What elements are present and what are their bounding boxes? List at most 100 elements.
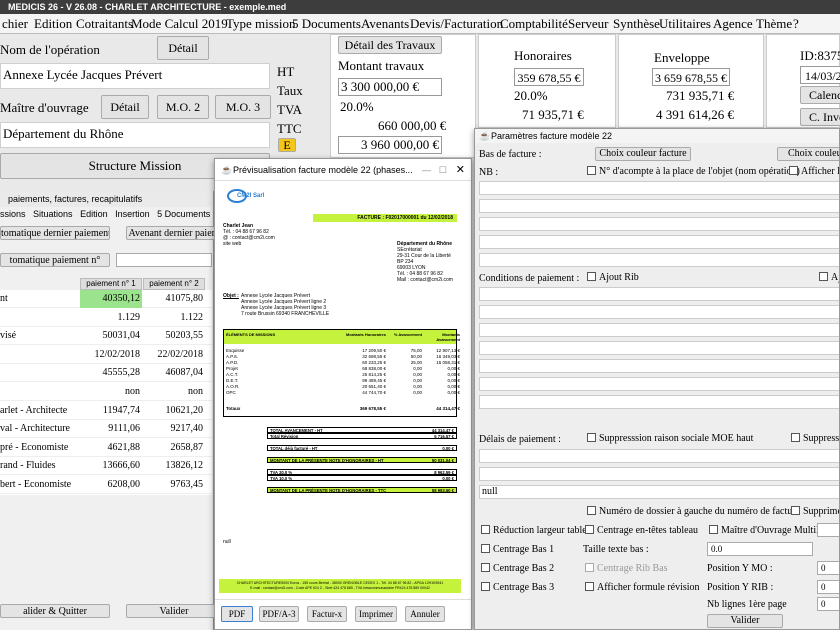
auto-last-payment-button[interactable]: tomatique dernier paiement: [0, 226, 110, 240]
menu-avenants[interactable]: Avenants: [361, 16, 409, 32]
cell-payment-1[interactable]: 11947,74: [80, 402, 142, 420]
menu-agence[interactable]: Agence: [713, 16, 753, 32]
cell-payment-1[interactable]: 45555,28: [80, 364, 142, 382]
e-button[interactable]: E: [278, 138, 296, 152]
formule-revision-checkbox[interactable]: Afficher formule révision: [585, 582, 700, 593]
nb-lignes-field[interactable]: 0: [817, 597, 839, 611]
mo-detail-button[interactable]: Détail: [101, 95, 149, 119]
detail-travaux-button[interactable]: Détail des Travaux: [338, 36, 442, 54]
conditions-line-4[interactable]: [479, 341, 839, 355]
delais-line-1[interactable]: [479, 449, 839, 463]
menu-type-mission[interactable]: Type mission: [226, 16, 296, 32]
conditions-line-3[interactable]: [479, 323, 839, 337]
maximize-icon[interactable]: ☐: [439, 159, 447, 181]
cell-payment-2[interactable]: 2658,87: [143, 439, 205, 457]
pos-rib-field[interactable]: 0: [817, 580, 839, 594]
payments-menu-edition[interactable]: Edition: [80, 209, 108, 219]
taille-field[interactable]: 0.0: [707, 542, 813, 556]
conditions-line-5[interactable]: [479, 359, 839, 373]
menu-edition[interactable]: Edition: [34, 16, 72, 32]
nb-line-2[interactable]: [479, 199, 839, 213]
close-icon[interactable]: ✕: [456, 159, 465, 181]
calendar-button[interactable]: Calenc: [800, 86, 840, 104]
dossier-checkbox[interactable]: Numéro de dossier à gauche du numéro de …: [587, 506, 800, 517]
menu-help[interactable]: ?: [793, 16, 799, 32]
montant-travaux-field[interactable]: 3 300 000,00 €: [338, 78, 442, 96]
validate-quit-button[interactable]: alider & Quitter: [0, 604, 110, 618]
cell-payment-2[interactable]: 1.122: [143, 309, 205, 327]
menu-synthese[interactable]: Synthèse: [613, 16, 660, 32]
mo2-button[interactable]: M.O. 2: [157, 95, 209, 119]
cell-payment-2[interactable]: 9763,45: [143, 476, 205, 494]
ajout-rib-checkbox[interactable]: Ajout Rib: [587, 272, 639, 283]
cell-payment-1[interactable]: non: [80, 383, 142, 401]
cell-payment-2[interactable]: non: [143, 383, 205, 401]
supprimer-checkbox[interactable]: Supprimer: [791, 506, 839, 517]
menu-theme[interactable]: Thème: [756, 16, 792, 32]
cell-payment-1[interactable]: 40350,12: [80, 290, 142, 308]
cancel-button[interactable]: Annuler: [405, 606, 445, 622]
cell-payment-2[interactable]: 22/02/2018: [143, 346, 205, 364]
nb-line-5[interactable]: [479, 253, 839, 267]
cell-payment-2[interactable]: 9217,40: [143, 420, 205, 438]
payments-menu-insertion[interactable]: Insertion: [115, 209, 150, 219]
ajout-checkbox[interactable]: Ajou: [819, 272, 839, 283]
menu-fichier[interactable]: chier: [2, 16, 28, 32]
choix-couleur-button[interactable]: Choix couleur: [777, 147, 839, 161]
mo-multi-field[interactable]: [817, 523, 839, 537]
cell-payment-1[interactable]: 6208,00: [80, 476, 142, 494]
suppr-moe-checkbox[interactable]: Suppresssion raison sociale MOE haut: [587, 433, 753, 444]
payments-menu-5-documents[interactable]: 5 Documents: [157, 209, 210, 219]
conditions-line-2[interactable]: [479, 305, 839, 319]
c-inve-button[interactable]: C. Inve: [800, 108, 840, 126]
date-field[interactable]: 14/03/2: [800, 66, 840, 84]
afficher-checkbox[interactable]: Afficher le: [789, 166, 839, 177]
pos-mo-field[interactable]: 0: [817, 561, 839, 575]
conditions-line-6[interactable]: [479, 377, 839, 391]
cell-payment-1[interactable]: 50031,04: [80, 327, 142, 345]
cell-payment-1[interactable]: 1.129: [80, 309, 142, 327]
delais-line-2[interactable]: [479, 467, 839, 481]
menu-cotraitants[interactable]: Cotraitants: [76, 16, 133, 32]
mo-multi-checkbox[interactable]: Maître d'Ouvrage Multil...: [709, 525, 826, 536]
nb-line-4[interactable]: [479, 235, 839, 249]
validate-button[interactable]: Valider: [126, 604, 222, 618]
operation-name-field[interactable]: Annexe Lycée Jacques Prévert: [0, 63, 270, 89]
payments-menu-situations[interactable]: Situations: [33, 209, 73, 219]
menu-devis-facturation[interactable]: Devis/Facturation: [410, 16, 503, 32]
reduction-checkbox[interactable]: Réduction largeur table...: [481, 525, 594, 536]
suppr2-checkbox[interactable]: Suppressi: [791, 433, 839, 444]
cell-payment-1[interactable]: 13666,60: [80, 457, 142, 475]
delais-line-3[interactable]: null: [479, 485, 839, 499]
payments-menu-missions[interactable]: ssions: [0, 209, 26, 219]
mo3-button[interactable]: M.O. 3: [215, 95, 271, 119]
menu-comptabilite[interactable]: Comptabilité: [500, 16, 568, 32]
centrage-rib-bas-checkbox[interactable]: Centrage Rib Bas: [585, 563, 668, 574]
centrage-bas3-checkbox[interactable]: Centrage Bas 3: [481, 582, 554, 593]
centrage-bas1-checkbox[interactable]: Centrage Bas 1: [481, 544, 554, 555]
facturx-button[interactable]: Factur-x: [307, 606, 347, 622]
avenant-last-payment-button[interactable]: Avenant dernier paiem: [126, 226, 222, 240]
choix-couleur-facture-button[interactable]: Choix couleur facture: [595, 147, 691, 161]
conditions-line-7[interactable]: [479, 395, 839, 409]
menu-5-documents[interactable]: 5 Documents: [292, 16, 361, 32]
cell-payment-1[interactable]: 12/02/2018: [80, 346, 142, 364]
nb-line-3[interactable]: [479, 217, 839, 231]
centrage-entetes-checkbox[interactable]: Centrage en-têtes tableau: [585, 525, 698, 536]
menu-serveur[interactable]: Serveur: [568, 16, 608, 32]
pdf-a3-button[interactable]: PDF/A-3: [259, 606, 299, 622]
cell-payment-2[interactable]: 13826,12: [143, 457, 205, 475]
nb-line-1[interactable]: [479, 181, 839, 195]
print-button[interactable]: Imprimer: [355, 606, 397, 622]
cell-payment-2[interactable]: 41075,80: [143, 290, 205, 308]
cell-payment-2[interactable]: 46087,04: [143, 364, 205, 382]
payment-n-field[interactable]: [116, 253, 212, 267]
cell-payment-2[interactable]: 50203,55: [143, 327, 205, 345]
mo-name-field[interactable]: Département du Rhône: [0, 122, 270, 148]
cell-payment-1[interactable]: 9111,06: [80, 420, 142, 438]
operation-detail-button[interactable]: Détail: [157, 36, 209, 60]
auto-payment-n-button[interactable]: tomatique paiement n°: [0, 253, 110, 267]
param-validate-button[interactable]: Valider: [707, 614, 783, 628]
menu-mode-calcul[interactable]: Mode Calcul 2019: [131, 16, 228, 32]
acompte-checkbox[interactable]: N° d'acompte à la place de l'objet (nom …: [587, 166, 800, 177]
